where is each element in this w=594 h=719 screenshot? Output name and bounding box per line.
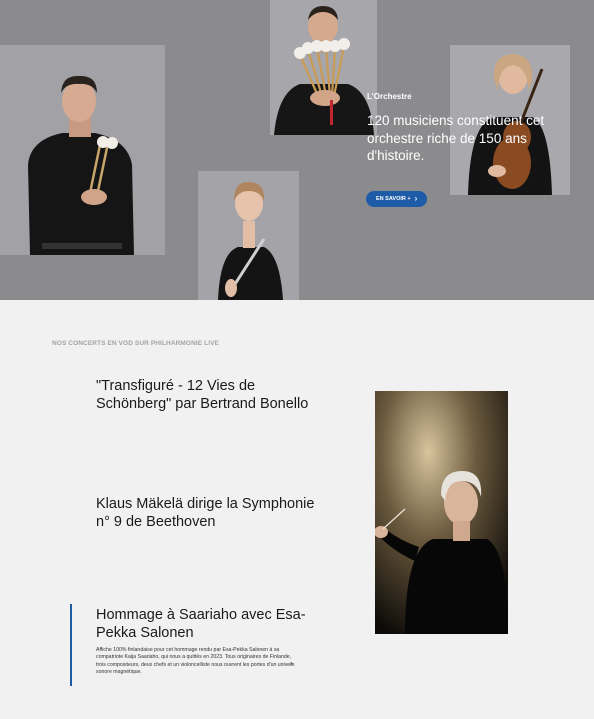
- hero-kicker: L'Orchestre: [367, 92, 412, 101]
- musician-photo-flutist: [198, 171, 299, 300]
- hero-title: 120 musiciens constituent cet orchestre …: [367, 113, 545, 164]
- musician-photo-mallets: [270, 0, 377, 135]
- concert-description: Affiche 100% finlandaise pour cet hommag…: [96, 647, 295, 675]
- concert-link-saariaho[interactable]: Hommage à Saariaho avec Esa-Pekka Salone…: [96, 606, 326, 642]
- concert-link-makela[interactable]: Klaus Mäkelä dirige la Symphonie n° 9 de…: [96, 495, 326, 531]
- orchestra-hero: L'Orchestre 120 musiciens constituent ce…: [0, 0, 594, 300]
- concert-feature-photo-conductor: [375, 391, 508, 634]
- active-item-indicator: [70, 604, 72, 686]
- learn-more-label: EN SAVOIR +: [376, 196, 411, 202]
- vod-section-label: NOS CONCERTS EN VOD SUR PHILHARMONIE LIV…: [52, 340, 219, 347]
- chevron-right-icon[interactable]: ›: [290, 658, 293, 668]
- learn-more-button[interactable]: EN SAVOIR + ›: [366, 191, 428, 207]
- musician-photo-percussionist: [0, 45, 165, 255]
- chevron-right-icon: ›: [414, 194, 418, 203]
- concert-link-schonberg[interactable]: "Transfiguré - 12 Vies de Schönberg" par…: [96, 377, 326, 413]
